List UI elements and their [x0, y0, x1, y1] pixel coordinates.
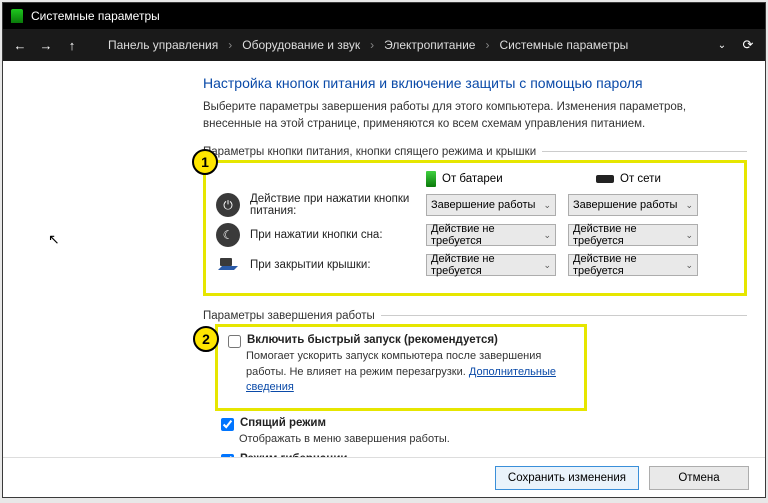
annotation-badge-1: 1 — [192, 149, 218, 175]
hibernate-label: Режим гибернации — [240, 453, 348, 457]
fast-startup-label: Включить быстрый запуск (рекомендуется) — [247, 334, 498, 346]
breadcrumb[interactable]: Электропитание — [384, 38, 475, 52]
row-label: При нажатии кнопки сна: — [250, 229, 426, 241]
sleep-checkbox[interactable] — [221, 418, 234, 431]
group-label-buttons: Параметры кнопки питания, кнопки спящего… — [203, 146, 542, 158]
chevron-down-icon: ⌄ — [543, 200, 551, 211]
chevron-down-icon: ⌄ — [543, 260, 551, 271]
chevron-right-icon: › — [370, 38, 374, 52]
row-label: При закрытии крышки: — [250, 259, 426, 271]
column-headers: От батареи От сети — [426, 171, 734, 187]
lid-ac-select[interactable]: Действие не требуется⌄ — [568, 254, 698, 276]
save-button[interactable]: Сохранить изменения — [495, 466, 639, 490]
lid-close-row: При закрытии крышки: Действие не требует… — [216, 253, 734, 277]
row-label: Действие при нажатии кнопки питания: — [250, 193, 426, 217]
window-title: Системные параметры — [31, 9, 160, 23]
col-battery-label: От батареи — [442, 173, 503, 185]
plug-icon — [596, 175, 614, 183]
highlight-box-2: Включить быстрый запуск (рекомендуется) … — [215, 324, 587, 410]
chevron-right-icon: › — [228, 38, 232, 52]
breadcrumb[interactable]: Системные параметры — [499, 38, 628, 52]
sleep-button-row: ☾ При нажатии кнопки сна: Действие не тр… — [216, 223, 734, 247]
col-ac-label: От сети — [620, 173, 661, 185]
highlight-box-1: 1 От батареи От сети ⏻ Действие при нажа… — [203, 160, 747, 296]
titlebar: Системные параметры — [3, 3, 765, 29]
sleep-icon: ☾ — [216, 223, 240, 247]
fast-startup-checkbox[interactable] — [228, 335, 241, 348]
chevron-down-icon: ⌄ — [685, 260, 693, 271]
page-title: Настройка кнопок питания и включение защ… — [203, 75, 747, 91]
fast-startup-desc: Помогает ускорить запуск компьютера посл… — [246, 349, 576, 395]
hibernate-checkbox[interactable] — [221, 454, 234, 457]
content-area: ↖ Настройка кнопок питания и включение з… — [3, 61, 765, 457]
chevron-down-icon: ⌄ — [685, 230, 693, 241]
lid-battery-select[interactable]: Действие не требуется⌄ — [426, 254, 556, 276]
cursor-icon: ↖ — [48, 231, 60, 248]
control-panel-window: Системные параметры ← → ↑ Панель управле… — [2, 2, 766, 498]
chevron-down-icon: ⌄ — [543, 230, 551, 241]
battery-nav-icon — [89, 39, 100, 52]
chevron-down-icon: ⌄ — [685, 200, 693, 211]
power-icon: ⏻ — [216, 193, 240, 217]
cancel-button[interactable]: Отмена — [649, 466, 749, 490]
sleep-ac-select[interactable]: Действие не требуется⌄ — [568, 224, 698, 246]
battery-icon — [426, 171, 436, 187]
up-button[interactable]: ↑ — [63, 36, 81, 54]
navbar: ← → ↑ Панель управления › Оборудование и… — [3, 29, 765, 61]
power-battery-select[interactable]: Завершение работы⌄ — [426, 194, 556, 216]
breadcrumb[interactable]: Оборудование и звук — [242, 38, 360, 52]
chevron-down-icon[interactable]: ⌄ — [713, 36, 731, 54]
power-button-row: ⏻ Действие при нажатии кнопки питания: З… — [216, 193, 734, 217]
sleep-battery-select[interactable]: Действие не требуется⌄ — [426, 224, 556, 246]
lid-icon — [216, 253, 240, 277]
footer: Сохранить изменения Отмена — [3, 457, 765, 497]
forward-button[interactable]: → — [37, 36, 55, 54]
power-ac-select[interactable]: Завершение работы⌄ — [568, 194, 698, 216]
back-button[interactable]: ← — [11, 36, 29, 54]
breadcrumb[interactable]: Панель управления — [108, 38, 218, 52]
chevron-right-icon: › — [485, 38, 489, 52]
sleep-label: Спящий режим — [240, 417, 326, 429]
battery-title-icon — [11, 9, 23, 23]
refresh-button[interactable]: ⟳ — [739, 36, 757, 54]
page-description: Выберите параметры завершения работы для… — [203, 99, 747, 132]
sleep-desc: Отображать в меню завершения работы. — [239, 432, 747, 447]
group-label-shutdown: Параметры завершения работы — [203, 310, 381, 322]
